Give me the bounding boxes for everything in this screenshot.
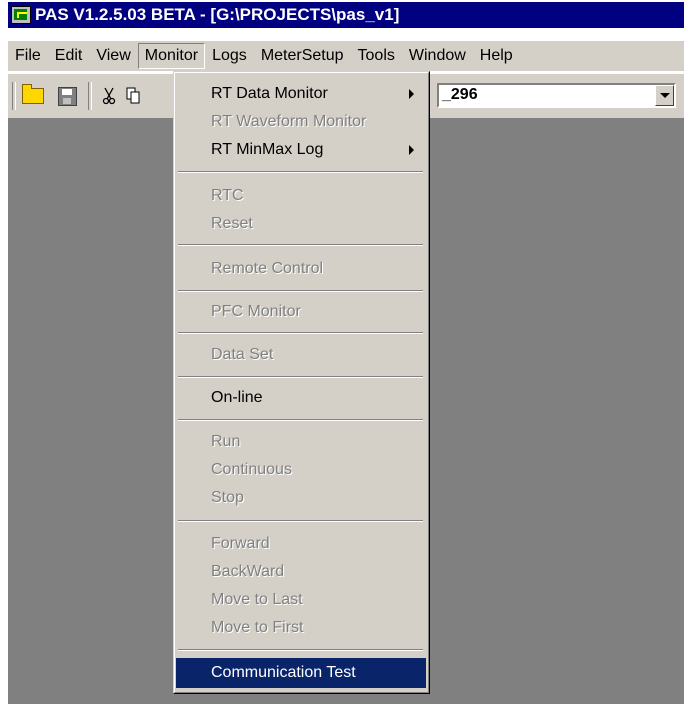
save-icon [57,86,77,106]
menu-separator [178,290,423,292]
menu-item-label: Reset [211,215,253,232]
menu-item-communication-test[interactable]: Communication Test [176,658,426,688]
menu-item-label: Move to Last [211,591,303,608]
menu-item-label: RT MinMax Log [211,141,324,158]
menu-separator [178,419,423,421]
menu-item-run[interactable]: Run [176,428,426,456]
combo-value: _296 [442,86,478,103]
menu-view[interactable]: View [89,43,137,69]
open-folder-icon [22,84,44,104]
open-button[interactable] [20,83,46,109]
meter-combo[interactable]: _296 [437,83,676,108]
menu-item-label: Move to First [211,619,304,636]
menu-item-reset[interactable]: Reset [176,210,426,238]
menu-bar: File Edit View Monitor Logs MeterSetup T… [8,41,684,71]
cut-icon [102,87,116,105]
menu-item-move-to-last[interactable]: Move to Last [176,586,426,614]
menu-metersetup[interactable]: MeterSetup [254,43,351,69]
menu-separator [178,520,423,522]
menu-item-remote-control[interactable]: Remote Control [176,255,426,283]
menu-item-data-set[interactable]: Data Set [176,341,426,369]
menu-item-label: RT Data Monitor [211,85,328,102]
menu-item-on-line[interactable]: On-line [176,384,426,412]
menu-separator [178,649,423,651]
menu-item-label: On-line [211,389,263,406]
monitor-dropdown-menu: RT Data Monitor RT Waveform Monitor RT M… [173,71,430,694]
menu-separator [178,332,423,334]
chevron-down-icon [659,93,670,98]
menu-separator [178,171,423,173]
menu-item-move-to-first[interactable]: Move to First [176,614,426,642]
submenu-arrow-icon [409,145,414,155]
menu-item-backward[interactable]: BackWard [176,558,426,586]
menu-item-continuous[interactable]: Continuous [176,456,426,484]
menu-help[interactable]: Help [473,43,520,69]
app-icon[interactable] [11,6,31,24]
menu-item-rt-minmax-log[interactable]: RT MinMax Log [176,136,426,164]
menu-item-pfc-monitor[interactable]: PFC Monitor [176,298,426,326]
window-title: PAS V1.2.5.03 BETA - [G:\PROJECTS\pas_v1… [35,5,400,24]
menu-separator [178,376,423,378]
combo-dropdown-button[interactable] [655,85,674,106]
copy-button[interactable] [120,83,146,109]
menu-edit[interactable]: Edit [48,43,90,69]
menu-item-label: Forward [211,535,270,552]
toolbar-grip [12,82,16,110]
menu-item-label: RTC [211,187,244,204]
menu-logs[interactable]: Logs [205,43,254,69]
menu-window[interactable]: Window [402,43,473,69]
menu-item-label: Remote Control [211,260,324,277]
copy-icon [126,87,140,104]
menu-item-label: Run [211,433,241,450]
menu-item-rtc[interactable]: RTC [176,182,426,210]
toolbar-separator [88,82,92,110]
menu-item-label: Continuous [211,461,292,478]
menu-item-label: Stop [211,489,244,506]
menu-separator [178,244,423,246]
title-bar: PAS V1.2.5.03 BETA - [G:\PROJECTS\pas_v1… [8,2,684,28]
menu-item-forward[interactable]: Forward [176,530,426,558]
cut-button[interactable] [96,83,122,109]
menu-item-rt-waveform-monitor[interactable]: RT Waveform Monitor [176,108,426,136]
menu-item-label: Data Set [211,346,274,363]
submenu-arrow-icon [409,89,414,99]
menu-monitor[interactable]: Monitor [137,43,206,69]
menu-item-label: PFC Monitor [211,303,301,320]
menu-item-stop[interactable]: Stop [176,484,426,512]
menu-tools[interactable]: Tools [351,43,402,69]
menu-item-rt-data-monitor[interactable]: RT Data Monitor [176,80,426,108]
menu-item-label: Communication Test [211,664,356,681]
save-button[interactable] [54,83,80,109]
menu-item-label: BackWard [211,563,285,580]
menu-file[interactable]: File [8,43,48,69]
menu-item-label: RT Waveform Monitor [211,113,367,130]
